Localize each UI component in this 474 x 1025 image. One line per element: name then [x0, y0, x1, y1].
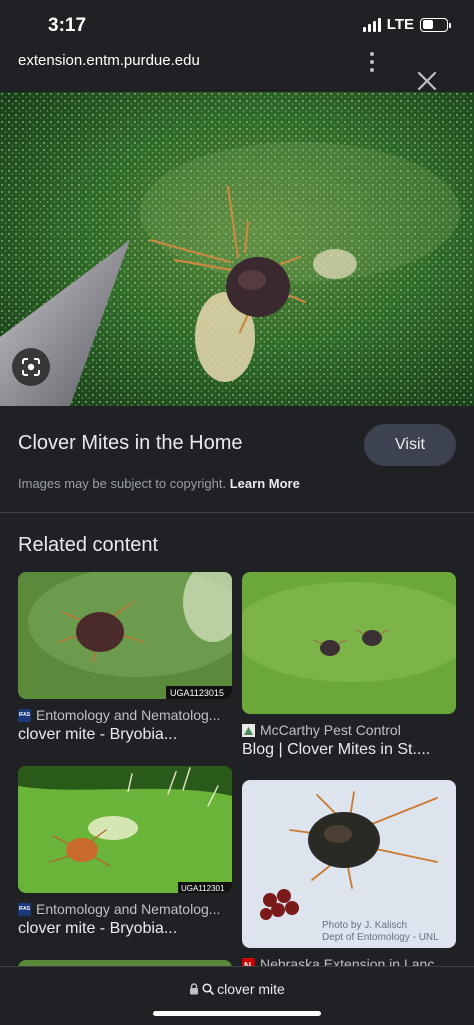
divider: [0, 512, 474, 513]
related-content-heading: Related content: [18, 534, 159, 556]
related-thumbnail[interactable]: Photo by J. Kalisch Dept of Entomology -…: [242, 780, 456, 948]
image-watermark: Dept of Entomology - UNL: [322, 932, 439, 943]
copyright-notice: Images may be subject to copyright. Lear…: [18, 476, 300, 491]
related-card[interactable]: Photo by J. Kalisch Dept of Entomology -…: [242, 780, 456, 972]
related-source: McCarthy Pest Control: [242, 722, 456, 738]
image-watermark: UGA112301: [181, 884, 225, 893]
status-bar: 3:17 LTE: [0, 0, 474, 48]
google-lens-icon[interactable]: [12, 348, 50, 386]
related-source-name: Entomology and Nematolog...: [36, 901, 221, 917]
related-caption[interactable]: clover mite - Bryobia...: [18, 920, 232, 938]
image-watermark: UGA1123015: [170, 688, 224, 698]
ifas-favicon-icon: IFAS: [18, 902, 31, 916]
related-source: IFAS Entomology and Nematolog...: [18, 707, 232, 723]
search-query[interactable]: clover mite: [0, 981, 474, 997]
related-caption[interactable]: clover mite - Bryobia...: [18, 726, 232, 744]
related-caption[interactable]: Blog | Clover Mites in St....: [242, 741, 456, 759]
related-card[interactable]: UGA112301 IFAS Entomology and Nematolog.…: [18, 766, 232, 938]
related-thumbnail[interactable]: [242, 572, 456, 714]
search-query-text: clover mite: [217, 981, 285, 997]
battery-icon: [420, 17, 451, 32]
related-thumbnail[interactable]: UGA1123015: [18, 572, 232, 699]
copyright-text: Images may be subject to copyright.: [18, 476, 227, 491]
main-image[interactable]: [0, 92, 474, 406]
battery-fill: [422, 20, 433, 29]
more-vertical-icon[interactable]: [364, 50, 380, 74]
search-icon: [202, 983, 214, 995]
ifas-favicon-icon: IFAS: [18, 708, 31, 722]
related-source-name: Entomology and Nematolog...: [36, 707, 221, 723]
status-indicators: LTE: [362, 16, 451, 33]
visit-button[interactable]: Visit: [364, 424, 456, 466]
network-type: LTE: [386, 16, 414, 33]
lock-icon: [190, 983, 199, 995]
page-url: extension.entm.purdue.edu: [18, 52, 200, 69]
mccarthy-favicon-icon: [242, 723, 255, 737]
related-source-name: McCarthy Pest Control: [260, 722, 401, 738]
home-indicator[interactable]: [153, 1011, 321, 1016]
status-time: 3:17: [48, 15, 87, 36]
learn-more-link[interactable]: Learn More: [230, 476, 300, 491]
result-title[interactable]: Clover Mites in the Home: [18, 432, 243, 455]
image-watermark: Photo by J. Kalisch: [322, 920, 407, 931]
related-card[interactable]: McCarthy Pest Control Blog | Clover Mite…: [242, 572, 456, 759]
cellular-signal-icon: [362, 17, 381, 32]
related-source: IFAS Entomology and Nematolog...: [18, 901, 232, 917]
related-card[interactable]: UGA1123015 IFAS Entomology and Nematolog…: [18, 572, 232, 744]
related-thumbnail[interactable]: UGA112301: [18, 766, 232, 893]
bottom-search-bar[interactable]: clover mite: [0, 966, 474, 1025]
close-icon[interactable]: [416, 70, 438, 92]
